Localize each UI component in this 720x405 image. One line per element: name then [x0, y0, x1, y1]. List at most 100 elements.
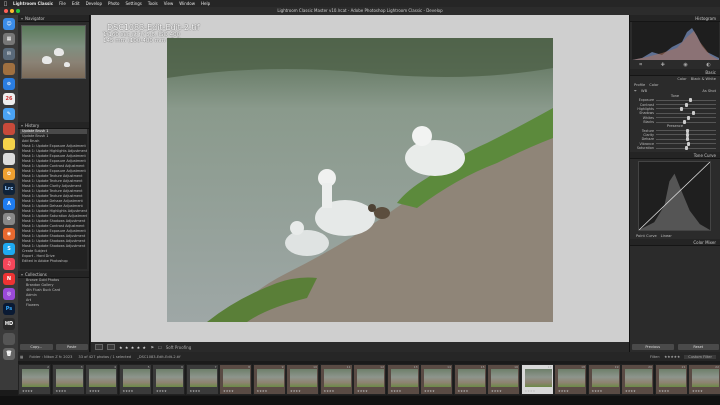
- slider-knob[interactable]: [687, 115, 691, 120]
- slider-knob[interactable]: [684, 102, 688, 107]
- navigator-preview[interactable]: [21, 25, 86, 79]
- collection-item[interactable]: Flowers: [20, 303, 87, 308]
- filmstrip-thumbnail[interactable]: 10 ★★★★: [286, 364, 319, 395]
- menu-app[interactable]: Lightroom Classic: [13, 1, 53, 6]
- firefox-icon[interactable]: ◉: [3, 228, 15, 240]
- slider-knob[interactable]: [684, 146, 688, 151]
- safari-icon[interactable]: ⊙: [3, 78, 15, 90]
- grid-icon[interactable]: ▦: [20, 355, 23, 359]
- point-curve-value[interactable]: Linear: [661, 234, 672, 238]
- slider-track[interactable]: [656, 146, 716, 151]
- slider-track[interactable]: [656, 128, 716, 133]
- histogram-header[interactable]: Histogram: [630, 15, 720, 22]
- slider-track[interactable]: [656, 111, 716, 116]
- filmstrip-thumbnail[interactable]: 21 ★★★★: [654, 364, 688, 395]
- tone-curve-header[interactable]: Tone Curve: [630, 152, 720, 160]
- trash-icon[interactable]: 🗑: [3, 348, 15, 360]
- slider-knob[interactable]: [686, 137, 689, 142]
- menu-photo[interactable]: Photo: [108, 1, 119, 6]
- filmstrip-thumbnail[interactable]: 18 ★★★★: [554, 364, 587, 395]
- lightroom-icon[interactable]: Lrc: [3, 183, 15, 195]
- news-icon[interactable]: N: [3, 273, 15, 285]
- slider-knob[interactable]: [680, 106, 683, 111]
- menu-edit[interactable]: Edit: [72, 1, 80, 6]
- reminders-icon[interactable]: [3, 153, 15, 165]
- slider-track[interactable]: [656, 132, 716, 137]
- menu-help[interactable]: Help: [201, 1, 210, 6]
- filter-value[interactable]: Custom Filter: [684, 354, 716, 359]
- notes-icon[interactable]: [3, 138, 15, 150]
- mail-icon[interactable]: ✉: [3, 48, 15, 60]
- finder-icon[interactable]: ☺: [3, 18, 15, 30]
- app-icon-2[interactable]: [3, 333, 15, 345]
- slider-track[interactable]: [656, 141, 716, 146]
- heal-icon[interactable]: ✚: [661, 62, 665, 68]
- slider-knob[interactable]: [683, 120, 686, 125]
- filmstrip-thumbnail[interactable]: 17 ★★★★: [520, 364, 554, 395]
- profile-value[interactable]: Color: [649, 83, 658, 87]
- slider-track[interactable]: [656, 137, 716, 142]
- slider-track[interactable]: [656, 102, 716, 107]
- filmstrip-thumbnail[interactable]: 13 ★★★★: [386, 364, 420, 395]
- slider-track[interactable]: [656, 120, 716, 125]
- filmstrip-thumbnail[interactable]: 7 ★★★★: [185, 364, 219, 395]
- wb-value[interactable]: As Shot: [702, 89, 716, 93]
- before-after-button[interactable]: [107, 344, 115, 350]
- filmstrip-thumbnail[interactable]: 9 ★★★★: [252, 364, 286, 395]
- crop-icon[interactable]: ⌗: [639, 62, 642, 68]
- treatment-color[interactable]: Color: [677, 77, 686, 81]
- slider-track[interactable]: [656, 106, 716, 111]
- menu-window[interactable]: Window: [179, 1, 195, 6]
- history-item[interactable]: Edited in Adobe Photoshop: [20, 259, 87, 264]
- messages-icon[interactable]: ✎: [3, 108, 15, 120]
- flag-icon[interactable]: ⚑: [151, 345, 155, 350]
- redeye-icon[interactable]: ◉: [683, 62, 687, 68]
- music-icon[interactable]: ♫: [3, 258, 15, 270]
- slider-track[interactable]: [656, 98, 716, 103]
- filmstrip-thumbnail[interactable]: 14 ★★★★: [420, 364, 453, 395]
- slider-knob[interactable]: [687, 141, 691, 146]
- basic-header[interactable]: Basic: [630, 69, 720, 76]
- filmstrip-thumbnail[interactable]: 16 ★★★★: [487, 364, 520, 395]
- menu-file[interactable]: File: [59, 1, 66, 6]
- soft-proofing-checkbox[interactable]: ☐: [158, 345, 162, 350]
- color-mixer-header[interactable]: Color Mixer: [630, 239, 720, 247]
- loupe-view-button[interactable]: [95, 344, 103, 350]
- filmstrip-thumbnail[interactable]: 20 ★★★★: [621, 364, 654, 395]
- filmstrip-thumbnail[interactable]: 5 ★★★★: [118, 364, 152, 395]
- collections-header[interactable]: ▾ Collections: [18, 271, 89, 278]
- filmstrip-thumbnail[interactable]: 22 ★★★★: [688, 364, 720, 395]
- filmstrip-thumbnail[interactable]: 11 ★★★★: [319, 364, 353, 395]
- slider-track[interactable]: [656, 115, 716, 120]
- filmstrip-thumbnail[interactable]: 2 ★★★★: [18, 364, 51, 395]
- slider-knob[interactable]: [686, 128, 689, 133]
- treatment-bw[interactable]: Black & White: [691, 77, 716, 81]
- menu-develop[interactable]: Develop: [86, 1, 102, 6]
- masking-icon[interactable]: ◐: [706, 62, 710, 68]
- filmstrip-thumbnail[interactable]: 8 ★★★★: [219, 364, 252, 395]
- close-button[interactable]: [4, 9, 8, 13]
- hd-icon[interactable]: HD: [3, 318, 15, 330]
- minimize-button[interactable]: [10, 9, 14, 13]
- settings-icon[interactable]: ⚙: [3, 213, 15, 225]
- apple-icon[interactable]: : [4, 1, 7, 7]
- podcasts-icon[interactable]: ◎: [3, 288, 15, 300]
- paste-button[interactable]: Paste: [55, 344, 88, 350]
- contacts-icon[interactable]: [3, 63, 15, 75]
- launchpad-icon[interactable]: ▦: [3, 33, 15, 45]
- slider-knob[interactable]: [689, 98, 692, 103]
- menu-settings[interactable]: Settings: [125, 1, 141, 6]
- menu-tools[interactable]: Tools: [148, 1, 158, 6]
- photoshop-icon[interactable]: Ps: [3, 303, 15, 315]
- navigator-header[interactable]: ▾ Navigator: [18, 15, 89, 22]
- slider-knob[interactable]: [686, 132, 689, 137]
- filmstrip-thumbnail[interactable]: 15 ★★★★: [453, 364, 487, 395]
- rating-stars[interactable]: ★ ★ ★ ★ ★: [119, 345, 147, 350]
- appstore-icon[interactable]: A: [3, 198, 15, 210]
- menu-view[interactable]: View: [164, 1, 174, 6]
- zoom-button[interactable]: [16, 9, 20, 13]
- copy-button[interactable]: Copy...: [20, 344, 53, 350]
- main-photo[interactable]: [167, 38, 553, 322]
- tone-curve-graph[interactable]: [638, 161, 711, 232]
- filmstrip-thumbnail[interactable]: 6 ★★★★: [152, 364, 185, 395]
